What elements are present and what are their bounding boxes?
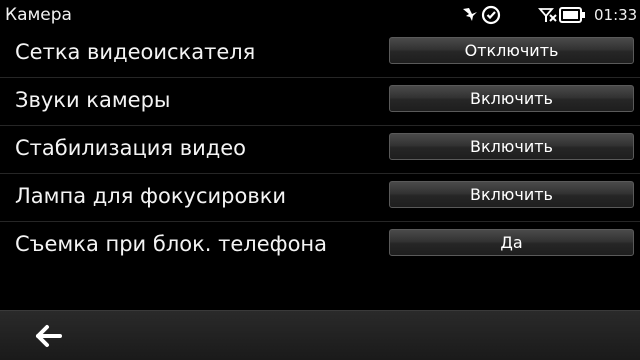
setting-label: Звуки камеры	[15, 88, 171, 112]
setting-value-button[interactable]: Отключить	[389, 37, 634, 64]
camera-settings-screen: Камера 01:33 Сетка видеоискателя Отключи…	[0, 0, 640, 360]
notification-icon	[463, 8, 477, 21]
back-arrow-icon	[36, 325, 62, 347]
setting-label: Стабилизация видео	[15, 136, 247, 160]
status-bar: Камера 01:33	[0, 0, 640, 30]
bottom-toolbar	[0, 310, 640, 360]
setting-label: Лампа для фокусировки	[15, 184, 287, 208]
setting-row-camera-sounds[interactable]: Звуки камеры Включить	[0, 78, 640, 126]
status-clock: 01:33	[594, 6, 638, 24]
setting-label: Сетка видеоискателя	[15, 40, 256, 64]
setting-value-button[interactable]: Включить	[389, 85, 634, 112]
setting-value-button[interactable]: Включить	[389, 181, 634, 208]
setting-row-capture-when-locked[interactable]: Съемка при блок. телефона Да	[0, 222, 640, 269]
setting-row-video-stabilization[interactable]: Стабилизация видео Включить	[0, 126, 640, 174]
setting-value-button[interactable]: Да	[389, 229, 634, 256]
setting-label: Съемка при блок. телефона	[15, 232, 328, 256]
settings-list: Сетка видеоискателя Отключить Звуки каме…	[0, 30, 640, 269]
clock-alarm-icon	[481, 5, 501, 25]
app-title: Камера	[5, 5, 72, 25]
status-icons-left	[460, 3, 504, 27]
no-signal-icon	[538, 8, 557, 22]
battery-icon	[559, 7, 585, 23]
setting-row-viewfinder-grid[interactable]: Сетка видеоискателя Отключить	[0, 30, 640, 78]
setting-row-focus-lamp[interactable]: Лампа для фокусировки Включить	[0, 174, 640, 222]
setting-value-button[interactable]: Включить	[389, 133, 634, 160]
back-button[interactable]	[30, 321, 70, 351]
